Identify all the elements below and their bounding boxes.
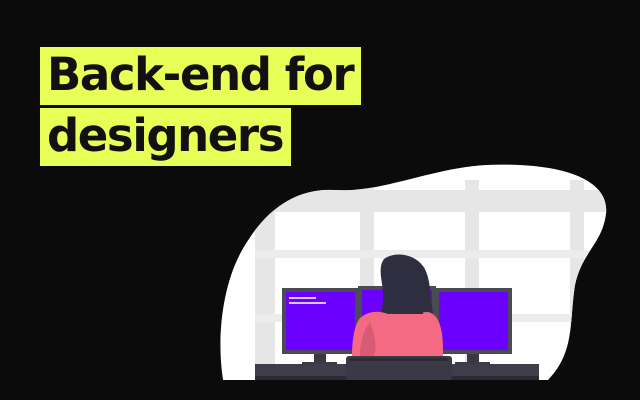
page: Back-end for designers bbox=[0, 0, 640, 400]
chair bbox=[346, 356, 452, 380]
hair-front bbox=[385, 267, 425, 314]
woman-at-monitors-illustration bbox=[0, 164, 640, 400]
